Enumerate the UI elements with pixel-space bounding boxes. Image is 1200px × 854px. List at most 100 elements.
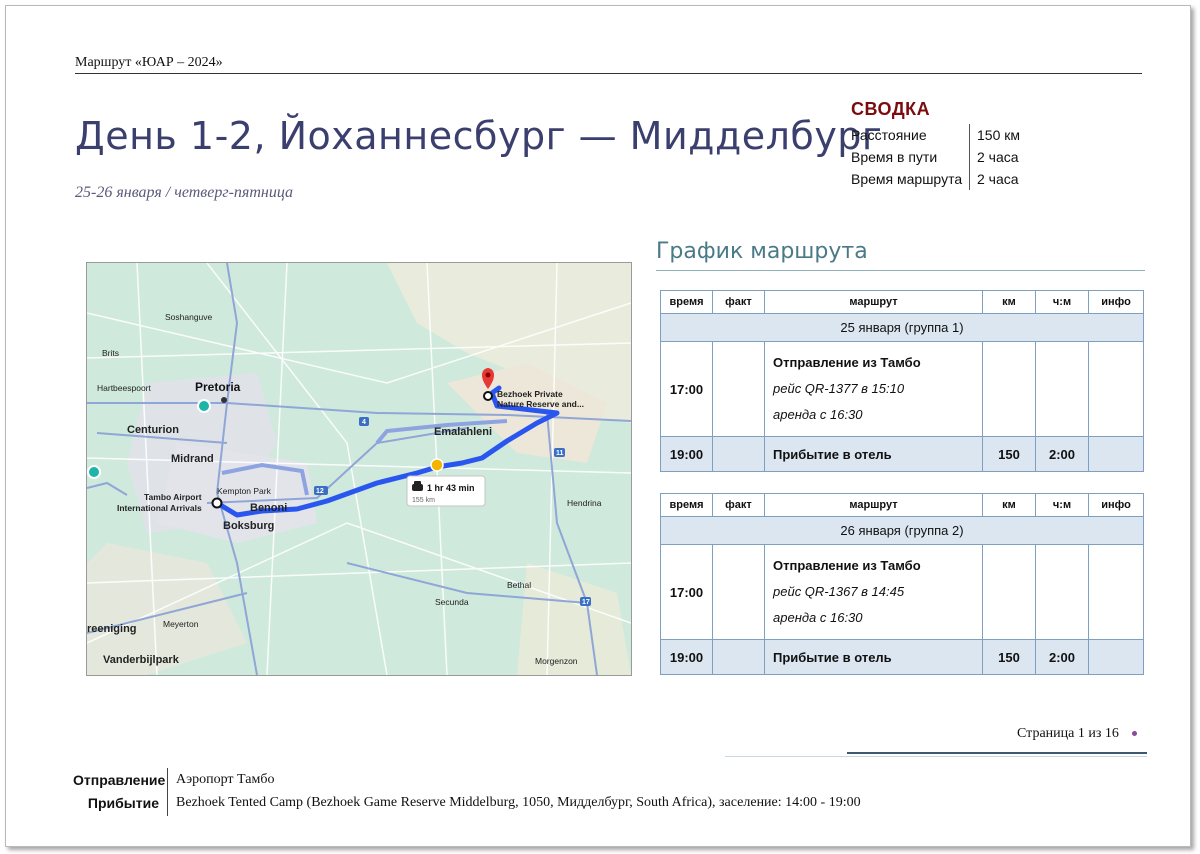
document-header: Маршрут «ЮАР – 2024»	[75, 55, 223, 70]
map-label: International Arrivals	[117, 503, 202, 513]
col-header-actual: факт	[712, 493, 765, 517]
departure-label: Отправление	[73, 772, 166, 788]
departure-row: 17:00 Отправление из Тамбо рейс QR-1367 …	[660, 544, 1144, 640]
info-cell	[1088, 544, 1144, 640]
map-label: Hartbeespoort	[97, 383, 152, 393]
arrival-row: 19:00 Прибытие в отель 150 2:00	[660, 436, 1144, 472]
departure-time: 17:00	[660, 544, 713, 640]
km-cell	[982, 544, 1036, 640]
summary-value: 2 часа	[977, 149, 1019, 165]
km-cell	[982, 341, 1036, 437]
route-distance: 155 km	[412, 497, 435, 504]
info-cell	[1088, 639, 1144, 675]
schedule-table-1: время факт маршрут км ч:м инфо 25 января…	[660, 290, 1144, 472]
col-header-time: время	[660, 290, 713, 314]
arrival-duration: 2:00	[1035, 436, 1089, 472]
summary-value: 2 часа	[977, 171, 1019, 187]
departure-title: Отправление из Тамбо	[773, 355, 921, 370]
map-label: Vanderbijlpark	[103, 654, 180, 666]
arrival-value: Bezhoek Tented Camp (Bezhoek Game Reserv…	[176, 795, 861, 810]
schedule-title-rule	[656, 270, 1145, 271]
flight-info: рейс QR-1367 в 14:45	[773, 584, 905, 599]
map-label: Morgenzon	[535, 656, 578, 666]
table-header-row: время факт маршрут км ч:м инфо	[660, 290, 1144, 314]
schedule-table-2: время факт маршрут км ч:м инфо 26 января…	[660, 493, 1144, 675]
date-cell: 25 января (группа 1)	[660, 313, 1144, 342]
date-row: 26 января (группа 2)	[660, 516, 1144, 545]
summary-key: Время в пути	[846, 146, 970, 168]
day-title: День 1-2, Йоханнесбург — Мидделбург	[75, 114, 883, 158]
arrival-row: 19:00 Прибытие в отель 150 2:00	[660, 639, 1144, 675]
table-header-row: время факт маршрут км ч:м инфо	[660, 493, 1144, 517]
departure-time: 17:00	[660, 341, 713, 437]
route-map[interactable]: Soshanguve Brits Hartbeespoort Pretoria …	[86, 262, 632, 676]
map-label: Meyerton	[163, 619, 199, 629]
page-dot-icon	[1132, 731, 1137, 736]
map-label: Pretoria	[195, 380, 241, 394]
road-shield-label: 17	[582, 599, 590, 606]
footer-divider	[167, 768, 168, 816]
duration-cell	[1035, 341, 1089, 437]
destination-marker-icon	[483, 391, 493, 401]
poi-icon	[197, 399, 211, 413]
route-info-box[interactable]: 1 hr 43 min 155 km	[406, 475, 486, 507]
footer-rule	[847, 752, 1147, 754]
route-time: 1 hr 43 min	[427, 483, 475, 493]
poi-icon	[87, 465, 101, 479]
col-header-actual: факт	[712, 290, 765, 314]
origin-marker-icon	[211, 497, 223, 509]
map-label: Tambo Airport	[144, 492, 202, 502]
map-label: Boksburg	[223, 520, 274, 532]
map-label: Centurion	[127, 424, 179, 436]
departure-row: 17:00 Отправление из Тамбо рейс QR-1377 …	[660, 341, 1144, 437]
schedule-title: График маршрута	[656, 239, 868, 264]
col-header-route: маршрут	[764, 493, 983, 517]
arrival-duration: 2:00	[1035, 639, 1089, 675]
summary-row: Время в пути 2 часа	[846, 146, 1025, 168]
road-shield-label: 4	[362, 419, 366, 426]
summary-key: Расстояние	[846, 124, 970, 146]
summary-row: Время маршрута 2 часа	[846, 168, 1025, 190]
arrival-time: 19:00	[660, 436, 713, 472]
col-header-time: время	[660, 493, 713, 517]
col-header-km: км	[982, 493, 1036, 517]
col-header-duration: ч:м	[1035, 493, 1089, 517]
map-label: Kempton Park	[217, 486, 272, 496]
flight-info: рейс QR-1377 в 15:10	[773, 381, 905, 396]
date-row: 25 января (группа 1)	[660, 313, 1144, 342]
actual-cell	[712, 341, 765, 437]
map-label: Bethal	[507, 580, 531, 590]
road-shield-label: 11	[556, 450, 564, 457]
col-header-km: км	[982, 290, 1036, 314]
map-label: Hendrina	[567, 498, 602, 508]
map-label: Bezhoek Private	[497, 389, 563, 399]
map-label: Midrand	[171, 453, 214, 465]
arrival-route: Прибытие в отель	[764, 436, 983, 472]
rental-info: аренда с 16:30	[773, 610, 863, 625]
summary-table: Расстояние 150 км Время в пути 2 часа Вр…	[846, 124, 1025, 190]
info-cell	[1088, 436, 1144, 472]
map-label: Nature Reserve and...	[497, 399, 584, 409]
departure-title: Отправление из Тамбо	[773, 558, 921, 573]
date-cell: 26 января (группа 2)	[660, 516, 1144, 545]
arrival-km: 150	[982, 436, 1036, 472]
arrival-label: Прибытие	[87, 795, 159, 811]
departure-value: Аэропорт Тамбо	[176, 772, 275, 787]
map-label: Soshanguve	[165, 312, 213, 322]
city-marker-icon	[221, 397, 227, 403]
duration-cell	[1035, 544, 1089, 640]
info-cell	[1088, 341, 1144, 437]
day-subtitle: 25-26 января / четверг-пятница	[75, 184, 294, 201]
actual-cell	[712, 544, 765, 640]
col-header-route: маршрут	[764, 290, 983, 314]
road-shield-label: 12	[316, 488, 324, 495]
actual-cell	[712, 436, 765, 472]
route-cell: Отправление из Тамбо рейс QR-1377 в 15:1…	[764, 341, 983, 437]
arrival-route: Прибытие в отель	[764, 639, 983, 675]
col-header-info: инфо	[1088, 290, 1144, 314]
route-cell: Отправление из Тамбо рейс QR-1367 в 14:4…	[764, 544, 983, 640]
arrival-time: 19:00	[660, 639, 713, 675]
actual-cell	[712, 639, 765, 675]
summary-row: Расстояние 150 км	[846, 124, 1025, 146]
summary-value: 150 км	[977, 127, 1020, 143]
